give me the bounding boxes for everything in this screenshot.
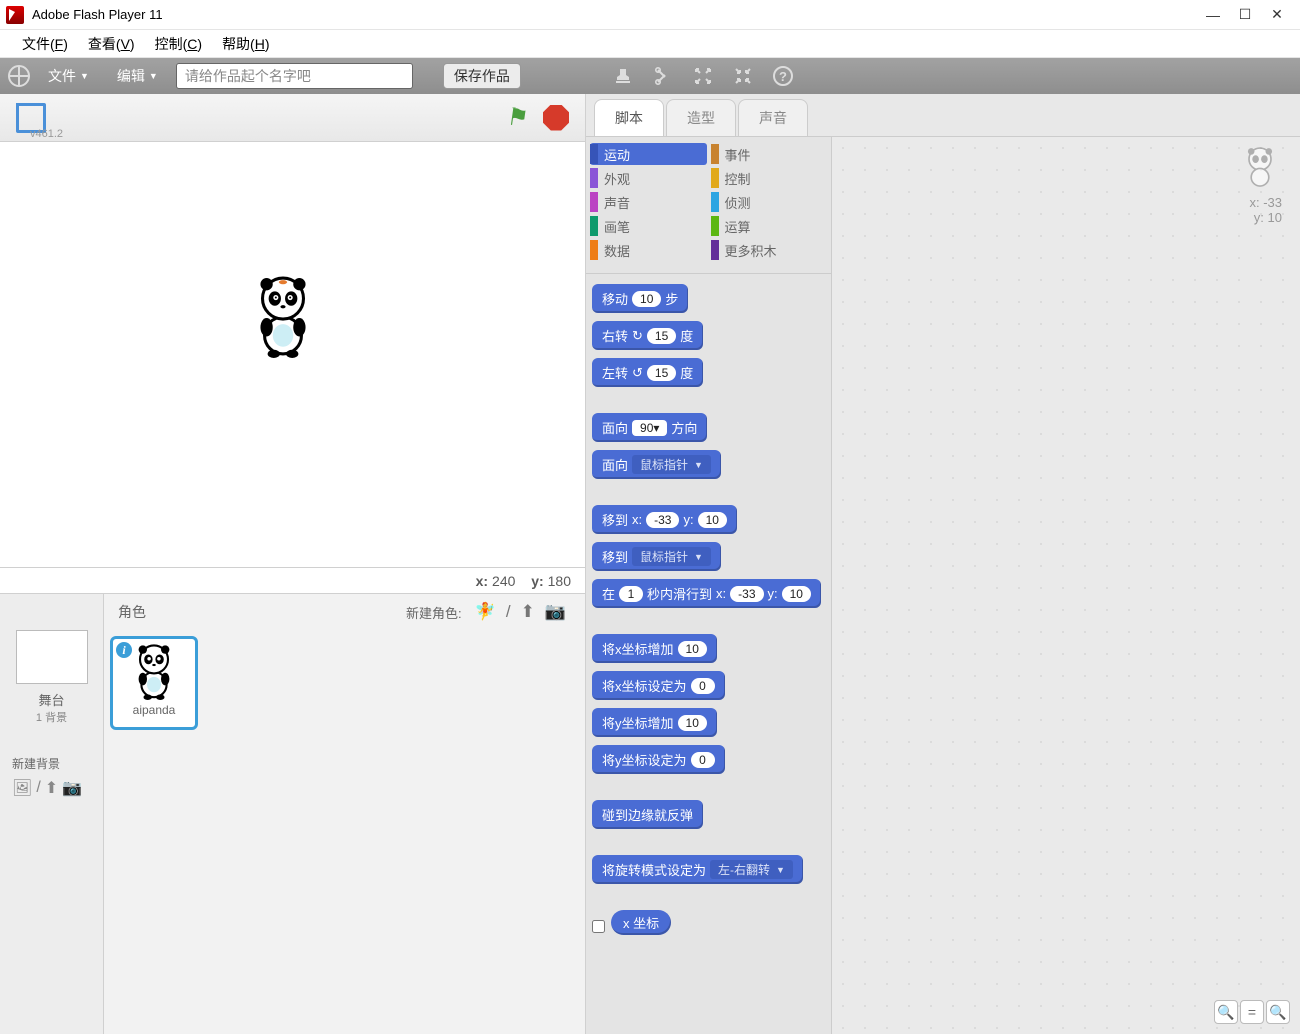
block-goto-target[interactable]: 移到鼠标指针▼ <box>592 542 721 571</box>
block-bounce[interactable]: 碰到边缘就反弹 <box>592 800 703 829</box>
project-name-input[interactable]: 请给作品起个名字吧 <box>176 63 413 89</box>
window-title: Adobe Flash Player 11 <box>32 7 1206 22</box>
tab-sounds[interactable]: 声音 <box>738 99 808 136</box>
shrink-icon[interactable] <box>733 66 753 86</box>
cat-pen[interactable]: 画笔 <box>590 215 707 237</box>
stage-label: 舞台 <box>38 690 64 709</box>
grow-icon[interactable] <box>693 66 713 86</box>
block-change-x[interactable]: 将x坐标增加10 <box>592 634 717 663</box>
sprite-library-icon[interactable]: 🧚 <box>475 602 496 622</box>
editor-tabs: 脚本 造型 声音 <box>586 94 1300 136</box>
block-point-towards[interactable]: 面向鼠标指针▼ <box>592 450 721 479</box>
save-project-button[interactable]: 保存作品 <box>443 63 521 89</box>
block-turn-left[interactable]: 左转↺15度 <box>592 358 703 387</box>
sprite-paint-icon[interactable]: / <box>506 602 511 622</box>
close-button[interactable]: ✕ <box>1270 8 1284 22</box>
backdrop-library-icon[interactable]: 🖼 <box>12 778 32 798</box>
cat-data[interactable]: 数据 <box>590 239 707 261</box>
sprite-info-icon[interactable]: i <box>116 642 132 658</box>
editor-toolbar: 文件▼ 编辑▼ 请给作品起个名字吧 保存作品 ? <box>0 58 1300 94</box>
sprite-camera-icon[interactable]: 📷 <box>545 602 566 622</box>
flash-logo-icon <box>6 6 24 24</box>
cat-more[interactable]: 更多积木 <box>711 239 828 261</box>
tab-scripts[interactable]: 脚本 <box>594 99 664 136</box>
script-workspace[interactable]: x: -33 y: 10 🔍 = 🔍 <box>832 137 1300 1034</box>
stage-controls: v461.2 ⚑ <box>0 94 585 142</box>
version-label: v461.2 <box>30 128 63 140</box>
sprite-upload-icon[interactable]: ⬆ <box>521 602 535 622</box>
cat-motion[interactable]: 运动 <box>590 143 707 165</box>
svg-text:?: ? <box>779 69 787 84</box>
block-xpos-reporter[interactable]: x 坐标 <box>611 910 671 935</box>
stop-icon[interactable] <box>543 105 569 131</box>
native-menu: 文件(F) 查看(V) 控制(C) 帮助(H) <box>0 30 1300 58</box>
stage-coordinates: x:240 y:180 <box>0 568 585 594</box>
stage-canvas[interactable] <box>0 142 585 568</box>
sprite-thumbnail <box>124 643 184 701</box>
sprite-card[interactable]: i <box>110 636 198 730</box>
toolbar-edit-menu[interactable]: 编辑▼ <box>107 64 168 88</box>
cat-events[interactable]: 事件 <box>711 143 828 165</box>
block-set-x[interactable]: 将x坐标设定为0 <box>592 671 725 700</box>
block-rotation-style[interactable]: 将旋转模式设定为左-右翻转▼ <box>592 855 803 884</box>
stamp-icon[interactable] <box>613 66 633 86</box>
reporter-checkbox[interactable] <box>592 920 605 933</box>
maximize-button[interactable]: ☐ <box>1238 8 1252 22</box>
green-flag-icon[interactable]: ⚑ <box>505 103 531 132</box>
block-categories: 运动 事件 外观 控制 声音 侦测 画笔 运算 数据 更多积木 <box>586 137 831 274</box>
sprite-name: aipanda <box>133 703 176 717</box>
menu-view[interactable]: 查看(V) <box>88 34 135 54</box>
sprites-title: 角色 <box>118 602 406 622</box>
block-goto-xy[interactable]: 移到x:-33y:10 <box>592 505 737 534</box>
menu-file[interactable]: 文件(F) <box>22 34 68 54</box>
cat-sound[interactable]: 声音 <box>590 191 707 213</box>
backdrop-paint-icon[interactable]: / <box>36 779 40 797</box>
cat-looks[interactable]: 外观 <box>590 167 707 189</box>
window-titlebar: Adobe Flash Player 11 — ☐ ✕ <box>0 0 1300 30</box>
new-sprite-label: 新建角色: <box>406 603 462 622</box>
zoom-reset-button[interactable]: = <box>1240 1000 1264 1024</box>
zoom-out-button[interactable]: 🔍 <box>1214 1000 1238 1024</box>
scissors-icon[interactable] <box>653 66 673 86</box>
script-sprite-info: x: -33 y: 10 <box>1238 147 1282 225</box>
backdrop-camera-icon[interactable]: 📷 <box>62 778 82 798</box>
help-icon[interactable]: ? <box>773 66 793 86</box>
new-backdrop-label: 新建背景 <box>12 755 60 772</box>
block-palette[interactable]: 移动10步 右转↻15度 左转↺15度 面向90▾方向 面向鼠标指针▼ 移到x:… <box>586 274 831 1034</box>
backdrop-upload-icon[interactable]: ⬆ <box>45 778 58 798</box>
toolbar-file-menu[interactable]: 文件▼ <box>38 64 99 88</box>
tab-costumes[interactable]: 造型 <box>666 99 736 136</box>
menu-help[interactable]: 帮助(H) <box>222 34 269 54</box>
sprite-on-stage[interactable] <box>252 276 314 358</box>
minimize-button[interactable]: — <box>1206 8 1220 22</box>
block-glide[interactable]: 在1秒内滑行到x:-33y:10 <box>592 579 821 608</box>
block-set-y[interactable]: 将y坐标设定为0 <box>592 745 725 774</box>
zoom-in-button[interactable]: 🔍 <box>1266 1000 1290 1024</box>
stage-backdrop-count: 1 背景 <box>36 709 67 725</box>
block-move[interactable]: 移动10步 <box>592 284 688 313</box>
cat-sensing[interactable]: 侦测 <box>711 191 828 213</box>
language-icon[interactable] <box>8 65 30 87</box>
menu-control[interactable]: 控制(C) <box>155 34 202 54</box>
stage-thumbnail[interactable] <box>16 630 88 684</box>
cat-control[interactable]: 控制 <box>711 167 828 189</box>
block-point-direction[interactable]: 面向90▾方向 <box>592 413 707 442</box>
block-change-y[interactable]: 将y坐标增加10 <box>592 708 717 737</box>
block-turn-right[interactable]: 右转↻15度 <box>592 321 703 350</box>
cat-operators[interactable]: 运算 <box>711 215 828 237</box>
